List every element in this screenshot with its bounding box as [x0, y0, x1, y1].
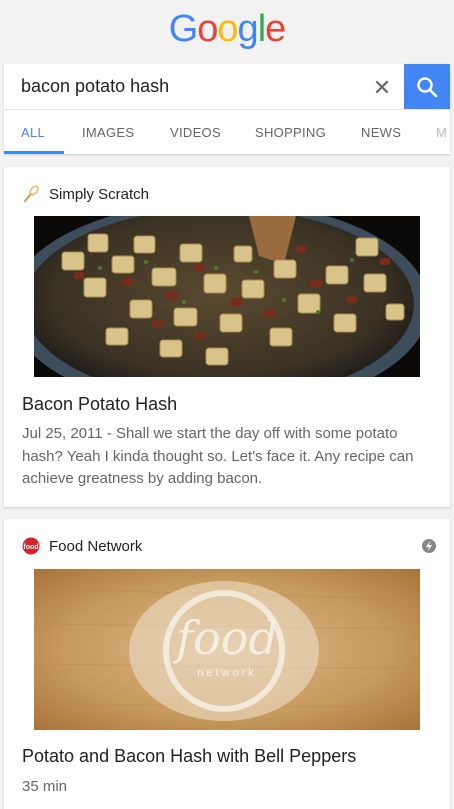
result-image-food-network[interactable]: food network — [34, 569, 420, 730]
tab-shopping[interactable]: SHOPPING — [255, 125, 326, 140]
logo-letter: G — [168, 8, 199, 50]
result-source[interactable]: food Food Network — [22, 537, 142, 555]
search-bar: bacon potato hash ✕ — [4, 64, 450, 110]
tab-videos[interactable]: VIDEOS — [170, 125, 221, 140]
result-title[interactable]: Potato and Bacon Hash with Bell Peppers — [22, 746, 356, 767]
svg-text:food: food — [23, 544, 38, 551]
logo-letter: g — [237, 8, 259, 50]
tab-images[interactable]: IMAGES — [82, 125, 134, 140]
logo-letter: o — [197, 8, 218, 50]
tab-all[interactable]: ALL — [21, 125, 45, 140]
tab-more[interactable]: M — [436, 125, 447, 140]
result-card[interactable]: food Food Network food network Potato an… — [4, 519, 450, 809]
food-network-watermark-text: food — [176, 611, 278, 665]
logo-letter: l — [257, 8, 267, 50]
search-input[interactable]: bacon potato hash — [21, 76, 169, 97]
google-logo[interactable]: Google — [0, 8, 454, 52]
search-panel: bacon potato hash ✕ ALL IMAGES VIDEOS SH… — [4, 64, 450, 154]
result-title[interactable]: Bacon Potato Hash — [22, 394, 177, 415]
tab-news[interactable]: NEWS — [361, 125, 401, 140]
close-icon: ✕ — [372, 75, 392, 100]
source-name: Simply Scratch — [49, 185, 150, 203]
result-source[interactable]: Simply Scratch — [22, 185, 149, 203]
logo-letter: e — [265, 8, 286, 50]
search-icon — [417, 76, 438, 97]
result-card[interactable]: Simply Scratch Bacon Potato Hash Jul 25,… — [4, 167, 450, 507]
logo-letter: o — [217, 8, 238, 50]
result-snippet: 35 min — [22, 778, 68, 795]
whisk-icon — [23, 185, 39, 203]
lightning-icon — [426, 541, 432, 551]
amp-lightning-icon — [422, 539, 436, 553]
source-name: Food Network — [49, 537, 143, 555]
result-snippet: Jul 25, 2011 - Shall we start the day of… — [22, 425, 414, 487]
potato-hash-photo — [34, 216, 420, 377]
result-image-potato-hash[interactable] — [34, 216, 420, 377]
search-tabs: ALL IMAGES VIDEOS SHOPPING NEWS M — [4, 110, 450, 154]
active-tab-indicator — [4, 151, 64, 154]
food-network-watermark-subtext: network — [197, 667, 257, 679]
search-button[interactable] — [404, 64, 450, 109]
food-network-logo-icon: food — [22, 537, 40, 555]
clear-search-button[interactable]: ✕ — [366, 72, 398, 104]
